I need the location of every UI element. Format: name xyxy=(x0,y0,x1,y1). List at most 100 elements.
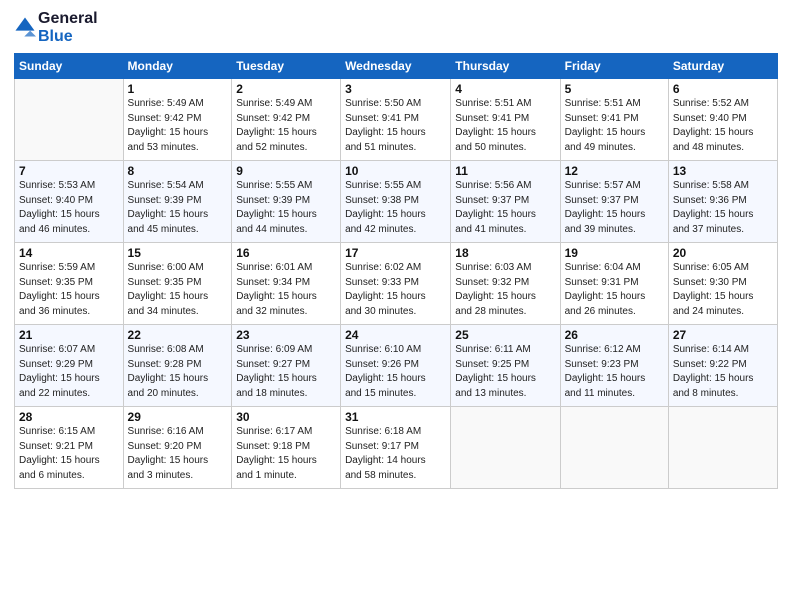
col-saturday: Saturday xyxy=(668,54,777,79)
calendar-week-row: 14Sunrise: 5:59 AM Sunset: 9:35 PM Dayli… xyxy=(15,243,778,325)
col-monday: Monday xyxy=(123,54,232,79)
calendar-cell: 25Sunrise: 6:11 AM Sunset: 9:25 PM Dayli… xyxy=(451,325,560,407)
day-number: 22 xyxy=(128,328,228,342)
day-info: Sunrise: 5:52 AM Sunset: 9:40 PM Dayligh… xyxy=(673,97,773,155)
day-number: 29 xyxy=(128,410,228,424)
calendar-cell: 29Sunrise: 6:16 AM Sunset: 9:20 PM Dayli… xyxy=(123,407,232,489)
calendar-cell: 10Sunrise: 5:55 AM Sunset: 9:38 PM Dayli… xyxy=(341,161,451,243)
day-number: 27 xyxy=(673,328,773,342)
logo-text-line2: Blue xyxy=(38,28,98,46)
calendar-cell: 2Sunrise: 5:49 AM Sunset: 9:42 PM Daylig… xyxy=(232,79,341,161)
day-info: Sunrise: 6:14 AM Sunset: 9:22 PM Dayligh… xyxy=(673,343,773,401)
day-number: 13 xyxy=(673,164,773,178)
calendar-cell: 18Sunrise: 6:03 AM Sunset: 9:32 PM Dayli… xyxy=(451,243,560,325)
day-info: Sunrise: 5:51 AM Sunset: 9:41 PM Dayligh… xyxy=(565,97,664,155)
calendar-cell: 1Sunrise: 5:49 AM Sunset: 9:42 PM Daylig… xyxy=(123,79,232,161)
calendar-cell: 3Sunrise: 5:50 AM Sunset: 9:41 PM Daylig… xyxy=(341,79,451,161)
calendar-cell: 21Sunrise: 6:07 AM Sunset: 9:29 PM Dayli… xyxy=(15,325,124,407)
calendar-cell: 5Sunrise: 5:51 AM Sunset: 9:41 PM Daylig… xyxy=(560,79,668,161)
day-number: 21 xyxy=(19,328,119,342)
calendar-cell: 27Sunrise: 6:14 AM Sunset: 9:22 PM Dayli… xyxy=(668,325,777,407)
calendar-cell: 7Sunrise: 5:53 AM Sunset: 9:40 PM Daylig… xyxy=(15,161,124,243)
calendar-cell: 16Sunrise: 6:01 AM Sunset: 9:34 PM Dayli… xyxy=(232,243,341,325)
logo: General Blue xyxy=(14,10,98,45)
col-sunday: Sunday xyxy=(15,54,124,79)
day-info: Sunrise: 5:51 AM Sunset: 9:41 PM Dayligh… xyxy=(455,97,555,155)
calendar-cell: 14Sunrise: 5:59 AM Sunset: 9:35 PM Dayli… xyxy=(15,243,124,325)
calendar-cell: 8Sunrise: 5:54 AM Sunset: 9:39 PM Daylig… xyxy=(123,161,232,243)
calendar-cell xyxy=(451,407,560,489)
day-info: Sunrise: 6:02 AM Sunset: 9:33 PM Dayligh… xyxy=(345,261,446,319)
day-number: 16 xyxy=(236,246,336,260)
logo-text-line1: General xyxy=(38,10,98,28)
col-thursday: Thursday xyxy=(451,54,560,79)
day-number: 28 xyxy=(19,410,119,424)
day-number: 25 xyxy=(455,328,555,342)
day-number: 30 xyxy=(236,410,336,424)
day-info: Sunrise: 5:50 AM Sunset: 9:41 PM Dayligh… xyxy=(345,97,446,155)
col-wednesday: Wednesday xyxy=(341,54,451,79)
calendar-cell: 11Sunrise: 5:56 AM Sunset: 9:37 PM Dayli… xyxy=(451,161,560,243)
day-number: 5 xyxy=(565,82,664,96)
calendar-cell: 17Sunrise: 6:02 AM Sunset: 9:33 PM Dayli… xyxy=(341,243,451,325)
day-number: 9 xyxy=(236,164,336,178)
calendar-cell: 9Sunrise: 5:55 AM Sunset: 9:39 PM Daylig… xyxy=(232,161,341,243)
day-number: 24 xyxy=(345,328,446,342)
calendar-cell: 26Sunrise: 6:12 AM Sunset: 9:23 PM Dayli… xyxy=(560,325,668,407)
day-info: Sunrise: 5:49 AM Sunset: 9:42 PM Dayligh… xyxy=(128,97,228,155)
day-number: 26 xyxy=(565,328,664,342)
day-info: Sunrise: 6:05 AM Sunset: 9:30 PM Dayligh… xyxy=(673,261,773,319)
day-number: 8 xyxy=(128,164,228,178)
calendar-table: Sunday Monday Tuesday Wednesday Thursday… xyxy=(14,53,778,489)
day-number: 4 xyxy=(455,82,555,96)
calendar-week-row: 28Sunrise: 6:15 AM Sunset: 9:21 PM Dayli… xyxy=(15,407,778,489)
calendar-cell xyxy=(560,407,668,489)
calendar-week-row: 21Sunrise: 6:07 AM Sunset: 9:29 PM Dayli… xyxy=(15,325,778,407)
day-info: Sunrise: 6:15 AM Sunset: 9:21 PM Dayligh… xyxy=(19,425,119,483)
calendar-cell: 4Sunrise: 5:51 AM Sunset: 9:41 PM Daylig… xyxy=(451,79,560,161)
day-number: 19 xyxy=(565,246,664,260)
calendar-cell: 13Sunrise: 5:58 AM Sunset: 9:36 PM Dayli… xyxy=(668,161,777,243)
calendar-cell: 24Sunrise: 6:10 AM Sunset: 9:26 PM Dayli… xyxy=(341,325,451,407)
day-info: Sunrise: 6:16 AM Sunset: 9:20 PM Dayligh… xyxy=(128,425,228,483)
day-info: Sunrise: 6:08 AM Sunset: 9:28 PM Dayligh… xyxy=(128,343,228,401)
day-number: 31 xyxy=(345,410,446,424)
day-info: Sunrise: 5:56 AM Sunset: 9:37 PM Dayligh… xyxy=(455,179,555,237)
day-info: Sunrise: 6:18 AM Sunset: 9:17 PM Dayligh… xyxy=(345,425,446,483)
day-info: Sunrise: 5:55 AM Sunset: 9:39 PM Dayligh… xyxy=(236,179,336,237)
page-header: General Blue xyxy=(14,10,778,45)
calendar-cell: 22Sunrise: 6:08 AM Sunset: 9:28 PM Dayli… xyxy=(123,325,232,407)
calendar-cell: 20Sunrise: 6:05 AM Sunset: 9:30 PM Dayli… xyxy=(668,243,777,325)
calendar-week-row: 1Sunrise: 5:49 AM Sunset: 9:42 PM Daylig… xyxy=(15,79,778,161)
day-info: Sunrise: 6:11 AM Sunset: 9:25 PM Dayligh… xyxy=(455,343,555,401)
day-info: Sunrise: 5:54 AM Sunset: 9:39 PM Dayligh… xyxy=(128,179,228,237)
calendar-cell: 31Sunrise: 6:18 AM Sunset: 9:17 PM Dayli… xyxy=(341,407,451,489)
day-number: 7 xyxy=(19,164,119,178)
day-info: Sunrise: 6:12 AM Sunset: 9:23 PM Dayligh… xyxy=(565,343,664,401)
day-info: Sunrise: 6:09 AM Sunset: 9:27 PM Dayligh… xyxy=(236,343,336,401)
day-info: Sunrise: 5:58 AM Sunset: 9:36 PM Dayligh… xyxy=(673,179,773,237)
calendar-header-row: Sunday Monday Tuesday Wednesday Thursday… xyxy=(15,54,778,79)
day-number: 14 xyxy=(19,246,119,260)
day-number: 11 xyxy=(455,164,555,178)
day-info: Sunrise: 6:00 AM Sunset: 9:35 PM Dayligh… xyxy=(128,261,228,319)
day-number: 23 xyxy=(236,328,336,342)
day-info: Sunrise: 6:17 AM Sunset: 9:18 PM Dayligh… xyxy=(236,425,336,483)
day-info: Sunrise: 5:57 AM Sunset: 9:37 PM Dayligh… xyxy=(565,179,664,237)
calendar-cell xyxy=(668,407,777,489)
day-info: Sunrise: 5:55 AM Sunset: 9:38 PM Dayligh… xyxy=(345,179,446,237)
day-number: 20 xyxy=(673,246,773,260)
day-number: 18 xyxy=(455,246,555,260)
day-number: 1 xyxy=(128,82,228,96)
calendar-cell: 12Sunrise: 5:57 AM Sunset: 9:37 PM Dayli… xyxy=(560,161,668,243)
day-info: Sunrise: 5:53 AM Sunset: 9:40 PM Dayligh… xyxy=(19,179,119,237)
calendar-cell xyxy=(15,79,124,161)
day-info: Sunrise: 6:07 AM Sunset: 9:29 PM Dayligh… xyxy=(19,343,119,401)
logo-icon xyxy=(14,16,36,38)
day-info: Sunrise: 6:10 AM Sunset: 9:26 PM Dayligh… xyxy=(345,343,446,401)
day-number: 2 xyxy=(236,82,336,96)
calendar-week-row: 7Sunrise: 5:53 AM Sunset: 9:40 PM Daylig… xyxy=(15,161,778,243)
day-info: Sunrise: 5:49 AM Sunset: 9:42 PM Dayligh… xyxy=(236,97,336,155)
day-number: 3 xyxy=(345,82,446,96)
day-number: 17 xyxy=(345,246,446,260)
